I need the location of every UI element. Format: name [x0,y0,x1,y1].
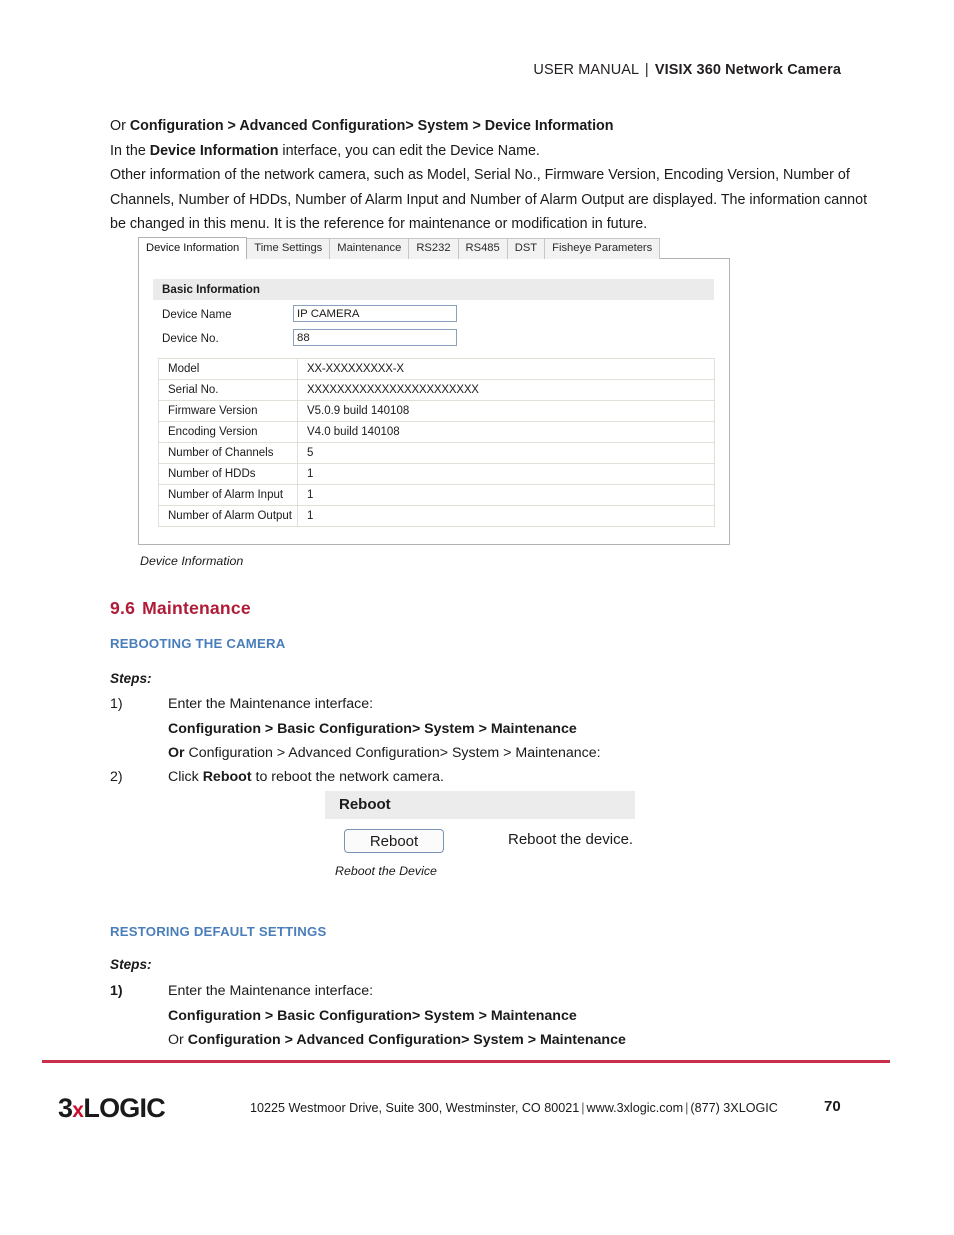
step-1-or-bold: Or [168,745,185,761]
logo-x: x [72,1099,84,1122]
figure-caption-device-information: Device Information [140,554,244,568]
step-1-restore-number: 1) [110,983,123,999]
row-value-model: XX-XXXXXXXXX-X [296,358,716,380]
subheading-rebooting-the-camera: REBOOTING THE CAMERA [110,636,286,651]
footer-address: 10225 Westmoor Drive, Suite 300, Westmin… [250,1101,580,1115]
row-key-encoding-version: Encoding Version [158,421,298,443]
logo-logic: LOGIC [83,1093,165,1123]
step-2-number: 2) [110,769,123,785]
tab-device-information[interactable]: Device Information [138,237,248,259]
row-value-encoding-version: V4.0 build 140108 [296,421,716,443]
reboot-panel-title: Reboot [325,791,635,819]
table-row: Number of Channels 5 [158,442,716,464]
steps-label-reboot: Steps: [110,671,152,686]
steps-label-restore: Steps: [110,957,152,972]
figure-caption-reboot-the-device: Reboot the Device [335,864,437,878]
intro-line-2-suffix: interface, you can edit the Device Name. [278,142,540,159]
step-1-restore-or-bold: Configuration > Advanced Configuration> … [187,1032,626,1048]
tab-rs232[interactable]: RS232 [408,238,459,259]
footer-divider [42,1060,890,1063]
device-name-input[interactable] [293,305,457,322]
row-key-number-of-hdds: Number of HDDs [158,463,298,485]
reboot-button[interactable]: Reboot [344,829,444,853]
step-2-text: Click Reboot to reboot the network camer… [168,765,810,790]
device-name-label: Device Name [162,308,232,321]
step-1-path-basic: Configuration > Basic Configuration> Sys… [168,720,577,737]
page-number: 70 [824,1098,841,1115]
header-title: VISIX 360 Network Camera [654,62,841,78]
step-1-number: 1) [110,696,123,712]
table-row: Encoding Version V4.0 build 140108 [158,421,716,443]
intro-line-2-prefix: In the [110,142,150,159]
step-2-suffix: to reboot the network camera. [251,769,444,785]
section-heading-maintenance: 9.6 Maintenance [110,598,251,619]
row-key-number-of-channels: Number of Channels [158,442,298,464]
section-number: 9.6 [110,598,136,618]
step-2-reboot: 2) Click Reboot to reboot the network ca… [110,765,810,790]
section-title: Maintenance [142,598,251,618]
tab-fisheye-parameters[interactable]: Fisheye Parameters [544,238,661,259]
table-row: Firmware Version V5.0.9 build 140108 [158,400,716,422]
tab-rs485[interactable]: RS485 [457,238,508,259]
tab-maintenance[interactable]: Maintenance [329,238,410,259]
step-2-prefix: Click [168,769,203,785]
3xlogic-logo: 3xLOGIC [58,1093,166,1124]
row-value-number-of-alarm-output: 1 [296,505,716,527]
row-key-model: Model [158,358,298,380]
row-value-number-of-channels: 5 [296,442,716,464]
footer-separator-1: | [581,1101,585,1115]
step-1-restore-text: Enter the Maintenance interface: [168,983,374,999]
step-1-reboot: 1) Enter the Maintenance interface: Conf… [110,692,810,766]
row-key-number-of-alarm-input: Number of Alarm Input [158,484,298,506]
step-1-path-advanced: Or Configuration > Advanced Configuratio… [168,741,810,766]
table-row: Number of Alarm Output 1 [158,505,716,527]
row-key-serial-no: Serial No. [158,379,298,401]
row-value-number-of-alarm-input: 1 [296,484,716,506]
step-1-restore-path-basic: Configuration > Basic Configuration> Sys… [168,1007,577,1024]
row-value-serial-no: XXXXXXXXXXXXXXXXXXXXXXX [296,379,716,401]
step-1-restore: 1) Enter the Maintenance interface: Conf… [110,979,810,1053]
header-label: USER MANUAL [533,62,639,78]
intro-line-1-path: Configuration > Advanced Configuration> … [129,118,614,134]
header-separator: | [644,62,649,78]
row-value-firmware-version: V5.0.9 build 140108 [296,400,716,422]
footer-website[interactable]: www.3xlogic.com [587,1101,684,1115]
table-row: Number of HDDs 1 [158,463,716,485]
table-row: Number of Alarm Input 1 [158,484,716,506]
row-key-firmware-version: Firmware Version [158,400,298,422]
intro-line-2-bold: Device Information [149,142,279,159]
subheading-restoring-default-settings: RESTORING DEFAULT SETTINGS [110,924,327,939]
field-row-device-name: Device Name [153,305,714,325]
step-2-bold-reboot: Reboot [202,769,252,785]
field-row-device-no: Device No. [153,329,714,349]
reboot-description: Reboot the device. [508,831,634,848]
footer-contact-info: 10225 Westmoor Drive, Suite 300, Westmin… [250,1101,778,1115]
reboot-screenshot: Reboot Reboot Reboot the device. [325,791,635,861]
page-header: USER MANUAL | VISIX 360 Network Camera [533,62,841,78]
row-value-number-of-hdds: 1 [296,463,716,485]
device-no-label: Device No. [162,332,219,345]
basic-information-panel-title: Basic Information [153,279,714,300]
table-row: Serial No. XXXXXXXXXXXXXXXXXXXXXXX [158,379,716,401]
logo-3: 3 [58,1093,73,1123]
device-info-tabbar: Device Information Time Settings Mainten… [138,237,661,259]
intro-line-2: In the Device Information interface, you… [110,139,870,164]
intro-text: Or Configuration > Advanced Configuratio… [110,114,870,237]
footer-phone: (877) 3XLOGIC [690,1101,778,1115]
tab-dst[interactable]: DST [506,238,546,259]
intro-line-1: Or Configuration > Advanced Configuratio… [110,114,870,139]
intro-line-1-prefix: Or [110,118,130,134]
row-key-number-of-alarm-output: Number of Alarm Output [158,505,298,527]
device-no-input[interactable] [293,329,457,346]
step-1-restore-or-prefix: Or [168,1032,188,1048]
device-info-table: Model XX-XXXXXXXXX-X Serial No. XXXXXXXX… [158,358,716,527]
tab-time-settings[interactable]: Time Settings [246,238,331,259]
intro-paragraph: Other information of the network camera,… [110,167,868,233]
reboot-panel-body: Reboot Reboot the device. [325,819,635,861]
step-1-text: Enter the Maintenance interface: [168,696,374,712]
table-row: Model XX-XXXXXXXXX-X [158,358,716,380]
step-1-or-rest: Configuration > Advanced Configuration> … [184,745,601,761]
step-1-restore-path-advanced: Or Configuration > Advanced Configuratio… [168,1028,810,1053]
